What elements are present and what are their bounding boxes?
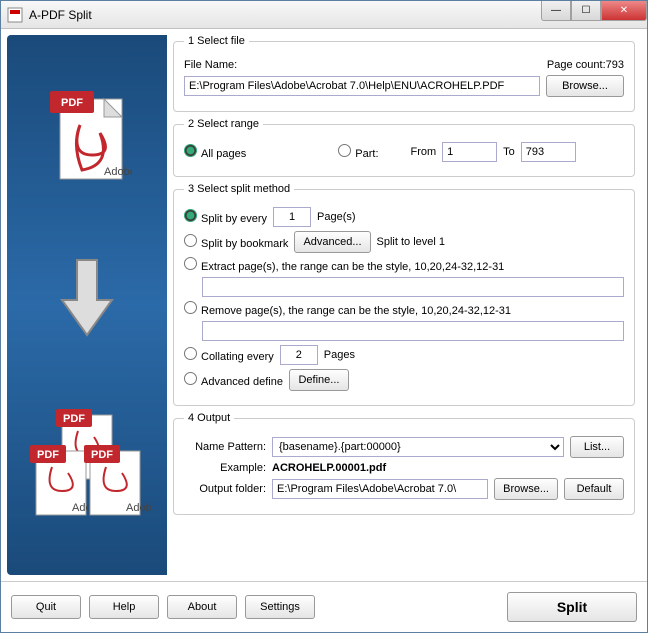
app-window: A-PDF Split — ☐ ✕ PDF Adobe [0, 0, 648, 633]
app-icon [7, 7, 23, 23]
all-pages-radio[interactable] [184, 144, 197, 157]
extract-radio[interactable] [184, 257, 197, 270]
list-button[interactable]: List... [570, 436, 624, 458]
all-pages-radio-label[interactable]: All pages [184, 144, 246, 160]
remove-range-input[interactable] [202, 321, 624, 341]
settings-button[interactable]: Settings [245, 595, 315, 619]
svg-text:PDF: PDF [63, 413, 85, 425]
browse-file-button[interactable]: Browse... [546, 75, 624, 97]
example-value: ACROHELP.00001.pdf [272, 462, 386, 474]
remove-radio[interactable] [184, 301, 197, 314]
window-title: A-PDF Split [29, 8, 92, 22]
split-every-input[interactable] [273, 207, 311, 227]
define-button[interactable]: Define... [289, 369, 349, 391]
section-select-file: 1 Select file File Name: Page count:793 … [173, 35, 635, 112]
collating-radio[interactable] [184, 347, 197, 360]
section-output: 4 Output Name Pattern: {basename}.{part:… [173, 412, 635, 515]
name-pattern-label: Name Pattern: [184, 441, 266, 453]
minimize-button[interactable]: — [541, 1, 571, 21]
part-radio[interactable] [338, 144, 351, 157]
name-pattern-select[interactable]: {basename}.{part:00000} [272, 437, 564, 457]
svg-text:Adobe: Adobe [126, 502, 152, 514]
from-input[interactable] [442, 142, 497, 162]
to-label: To [503, 146, 515, 158]
svg-text:Adobe: Adobe [104, 166, 132, 178]
about-button[interactable]: About [167, 595, 237, 619]
advanced-bookmark-button[interactable]: Advanced... [294, 231, 370, 253]
maximize-button[interactable]: ☐ [571, 1, 601, 21]
output-folder-label: Output folder: [184, 483, 266, 495]
titlebar: A-PDF Split — ☐ ✕ [1, 1, 647, 29]
pages-label: Page(s) [317, 211, 356, 223]
split-every-radio[interactable] [184, 209, 197, 222]
part-radio-label[interactable]: Part: [338, 144, 378, 160]
section1-legend: 1 Select file [184, 35, 249, 47]
arrow-down-icon [52, 255, 122, 345]
svg-text:PDF: PDF [61, 97, 83, 109]
quit-button[interactable]: Quit [11, 595, 81, 619]
split-button[interactable]: Split [507, 592, 637, 622]
section4-legend: 4 Output [184, 412, 234, 424]
collating-radio-label[interactable]: Collating every [184, 347, 274, 363]
extract-radio-label[interactable]: Extract page(s), the range can be the st… [184, 257, 504, 273]
split-level-label: Split to level 1 [377, 236, 445, 248]
to-input[interactable] [521, 142, 576, 162]
content-area: 1 Select file File Name: Page count:793 … [167, 35, 641, 575]
collating-input[interactable] [280, 345, 318, 365]
remove-radio-label[interactable]: Remove page(s), the range can be the sty… [184, 301, 511, 317]
split-bookmark-radio-label[interactable]: Split by bookmark [184, 234, 288, 250]
bottom-bar: Quit Help About Settings Split [1, 581, 647, 632]
from-label: From [411, 146, 437, 158]
section2-legend: 2 Select range [184, 118, 263, 130]
sidebar-graphic: PDF Adobe PDF PDF [7, 35, 167, 575]
svg-text:PDF: PDF [91, 449, 113, 461]
file-name-input[interactable] [184, 76, 540, 96]
extract-range-input[interactable] [202, 277, 624, 297]
svg-text:PDF: PDF [37, 449, 59, 461]
split-every-radio-label[interactable]: Split by every [184, 209, 267, 225]
page-count: Page count:793 [547, 59, 624, 71]
split-bookmark-radio[interactable] [184, 234, 197, 247]
advanced-define-radio[interactable] [184, 372, 197, 385]
pdf-source-icon: PDF Adobe [42, 85, 132, 195]
close-button[interactable]: ✕ [601, 1, 647, 21]
output-folder-input[interactable] [272, 479, 488, 499]
section3-legend: 3 Select split method [184, 183, 294, 195]
pdf-multi-icon: PDF PDF Adobe PDF Adobe [22, 405, 152, 525]
file-name-label: File Name: [184, 59, 237, 71]
help-button[interactable]: Help [89, 595, 159, 619]
example-label: Example: [184, 462, 266, 474]
browse-output-button[interactable]: Browse... [494, 478, 558, 500]
section-split-method: 3 Select split method Split by every Pag… [173, 183, 635, 406]
window-controls: — ☐ ✕ [541, 1, 647, 21]
collating-pages-label: Pages [324, 349, 355, 361]
section-select-range: 2 Select range All pages Part: From To [173, 118, 635, 177]
advanced-define-radio-label[interactable]: Advanced define [184, 372, 283, 388]
default-button[interactable]: Default [564, 478, 624, 500]
